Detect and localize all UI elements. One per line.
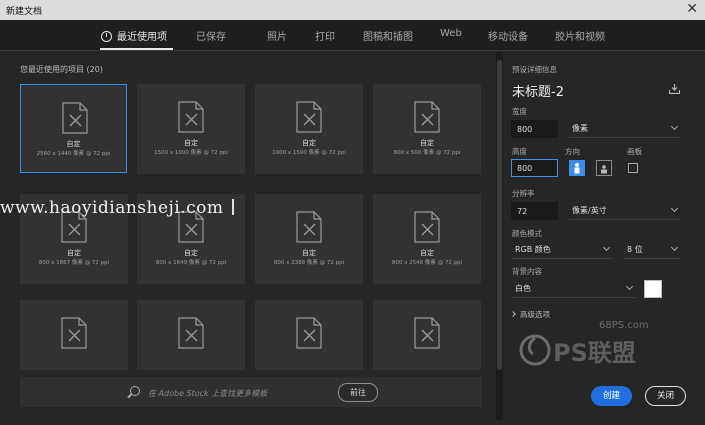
tab-mobile[interactable]: 移动设备 [488, 28, 528, 43]
item-size: 800 x 1867 像素 @ 72 ppi [38, 260, 110, 266]
chevron-down-icon [602, 243, 611, 252]
item-name: 自定 [420, 139, 434, 147]
recent-item[interactable]: 自定 800 x 2548 像素 @ 72 ppi [373, 194, 481, 284]
scrollbar-thumb[interactable] [497, 60, 502, 370]
stock-search-bar: 前往 [20, 377, 482, 407]
width-input[interactable]: 800 [511, 120, 558, 138]
tab-saved[interactable]: 已保存 [196, 28, 226, 43]
item-size: 1000 x 1500 像素 @ 72 ppi [272, 150, 346, 156]
go-button[interactable]: 前往 [338, 383, 378, 402]
stock-search-input[interactable] [146, 384, 330, 402]
tab-art-illustration[interactable]: 图稿和插图 [363, 28, 413, 43]
artboard-label: 画板 [627, 147, 642, 156]
svg-text:PS联盟: PS联盟 [553, 339, 636, 367]
document-icon [296, 317, 322, 349]
document-icon [178, 317, 204, 349]
create-button[interactable]: 创建 [591, 386, 632, 406]
portrait-orientation-button[interactable] [569, 160, 585, 176]
save-preset-icon[interactable] [669, 84, 680, 94]
resolution-input[interactable]: 72 [511, 202, 558, 220]
artboard-checkbox[interactable] [628, 163, 638, 173]
tab-web[interactable]: Web [440, 28, 462, 39]
document-icon [414, 211, 440, 243]
tab-print[interactable]: 打印 [315, 28, 335, 43]
recent-item[interactable]: 自定 2560 x 1440 像素 @ 72 ppi [20, 84, 127, 173]
new-document-dialog: 新建文档 ✕ 最近使用项 已保存 照片 打印 图稿和插图 Web 移动设备 胶片… [0, 0, 705, 425]
landscape-orientation-button[interactable] [596, 160, 612, 176]
item-size: 800 x 1649 像素 @ 72 ppi [155, 260, 227, 266]
document-icon [178, 101, 204, 133]
height-input[interactable]: 800 [511, 159, 558, 177]
resolution-label: 分辨率 [512, 189, 535, 198]
item-name: 自定 [67, 249, 81, 257]
background-color-swatch[interactable] [644, 280, 662, 298]
item-size: 800 x 2548 像素 @ 72 ppi [391, 260, 463, 266]
document-icon [62, 102, 88, 134]
item-size: 1500 x 1000 像素 @ 72 ppi [154, 150, 228, 156]
recent-item[interactable] [373, 300, 481, 370]
document-icon [414, 317, 440, 349]
portrait-icon [574, 163, 580, 174]
recent-item[interactable]: 自定 1000 x 1500 像素 @ 72 ppi [255, 84, 363, 174]
watermark-text: www.haoyidiansheji.com [0, 198, 234, 218]
tab-film-video[interactable]: 胶片和视频 [555, 28, 605, 43]
recent-item[interactable]: 自定 800 x 500 像素 @ 72 ppi [373, 84, 481, 174]
color-mode-select[interactable]: RGB 颜色 [512, 241, 613, 259]
window-title: 新建文档 [6, 7, 43, 17]
chevron-down-icon [670, 204, 679, 213]
item-name: 自定 [66, 140, 81, 148]
item-size: 800 x 2388 像素 @ 72 ppi [273, 260, 345, 266]
item-name: 自定 [302, 139, 316, 147]
recent-scrollbar[interactable] [496, 52, 503, 420]
svg-text:68PS.com: 68PS.com [599, 320, 649, 331]
search-icon [130, 386, 140, 396]
background-select[interactable]: 白色 [512, 280, 636, 298]
recent-item[interactable]: 自定 1500 x 1000 像素 @ 72 ppi [137, 84, 245, 174]
orientation-label: 方向 [565, 147, 580, 156]
preset-details-panel: 预设详细信息 未标题-2 宽度 800 像素 高度 方向 画板 800 分辨率 … [503, 52, 705, 425]
recent-panel: 您最近使用的项目 (20) 自定 2560 x 1440 像素 @ 72 ppi… [8, 52, 495, 420]
recent-heading: 您最近使用的项目 (20) [20, 65, 103, 74]
document-icon [296, 101, 322, 133]
clock-icon [101, 31, 112, 42]
recent-item[interactable] [255, 300, 363, 370]
chevron-down-icon [670, 122, 679, 131]
preset-section-label: 预设详细信息 [512, 65, 557, 74]
document-name[interactable]: 未标题-2 [512, 81, 564, 100]
close-button[interactable]: 关闭 [645, 386, 686, 406]
close-icon[interactable]: ✕ [686, 1, 698, 17]
recent-item[interactable]: 自定 800 x 2388 像素 @ 72 ppi [255, 194, 363, 284]
landscape-icon [601, 165, 607, 174]
bit-depth-select[interactable]: 8 位 [624, 241, 681, 259]
title-bar: 新建文档 ✕ [0, 0, 705, 20]
category-tabs: 最近使用项 已保存 照片 打印 图稿和插图 Web 移动设备 胶片和视频 [0, 20, 705, 51]
document-icon [296, 211, 322, 243]
active-tab-indicator [100, 48, 173, 50]
chevron-down-icon [625, 282, 634, 291]
item-name: 自定 [184, 249, 198, 257]
color-mode-label: 颜色模式 [512, 229, 542, 238]
width-unit-select[interactable]: 像素 [569, 120, 681, 138]
tab-recent[interactable]: 最近使用项 [101, 28, 167, 43]
item-name: 自定 [184, 139, 198, 147]
item-name: 自定 [302, 249, 316, 257]
recent-item[interactable] [137, 300, 245, 370]
tab-label: 最近使用项 [117, 32, 167, 43]
tab-photo[interactable]: 照片 [267, 28, 287, 43]
background-label: 背景内容 [512, 267, 542, 276]
chevron-down-icon [670, 243, 679, 252]
height-label: 高度 [512, 147, 527, 156]
width-label: 宽度 [512, 107, 527, 116]
recent-item[interactable] [20, 300, 128, 370]
item-name: 自定 [420, 249, 434, 257]
ps-league-logo: 68PS.com PS联盟 [519, 320, 649, 367]
document-icon [61, 317, 87, 349]
item-size: 800 x 500 像素 @ 72 ppi [393, 150, 461, 156]
resolution-unit-select[interactable]: 像素/英寸 [569, 202, 681, 220]
item-size: 2560 x 1440 像素 @ 72 ppi [36, 151, 111, 157]
document-icon [414, 101, 440, 133]
